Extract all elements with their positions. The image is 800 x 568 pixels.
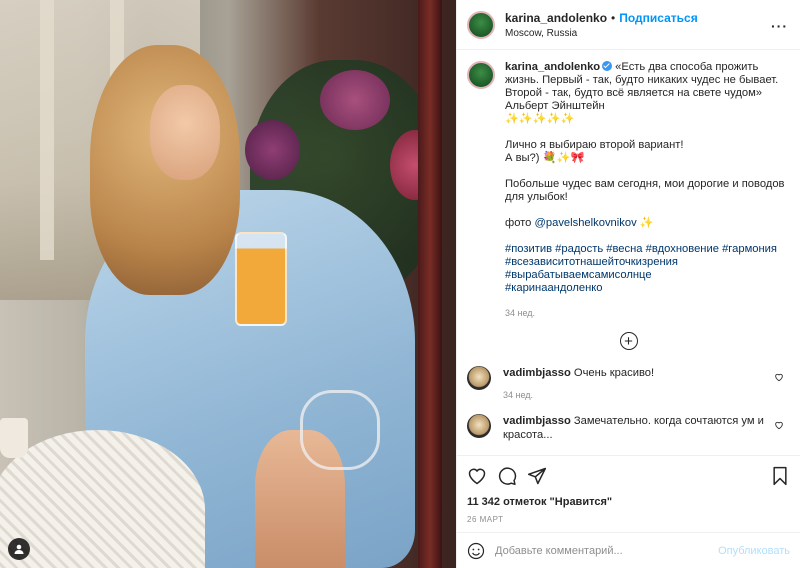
hashtag-line[interactable]: #всезависитотнашейточкизрения	[505, 256, 785, 269]
comment-text: Очень красиво!	[573, 367, 655, 379]
share-paper-plane-icon[interactable]	[527, 466, 547, 486]
load-more-comments[interactable]: +	[467, 332, 790, 350]
heart-icon[interactable]	[774, 372, 784, 382]
add-comment-bar: Опубликовать	[457, 532, 800, 568]
post-actions: 11 342 отметок "Нравится" 26 МАРТ	[457, 455, 800, 531]
post-panel: karina_andolenko • Подписаться Moscow, R…	[456, 0, 800, 568]
comment-input[interactable]	[495, 544, 719, 557]
publish-button[interactable]: Опубликовать	[718, 545, 790, 557]
avatar[interactable]	[467, 10, 495, 39]
photo-glass	[235, 232, 287, 326]
comment-item: vadimbjasso Очень красиво! 34 нед.	[467, 366, 790, 402]
more-options-icon[interactable]: ···	[771, 18, 788, 34]
comment-avatar[interactable]	[467, 366, 491, 390]
post-header: karina_andolenko • Подписаться Moscow, R…	[457, 0, 800, 50]
photo-pillar	[418, 0, 442, 568]
heart-icon[interactable]	[774, 420, 784, 430]
caption: karina_andolenko «Есть два способа прожит…	[467, 61, 790, 320]
header-separator: •	[611, 10, 616, 25]
post-photo[interactable]	[0, 0, 456, 568]
plus-circle-icon[interactable]: +	[619, 332, 638, 350]
hashtag-line[interactable]: #вырабатываемсамисолнце	[505, 269, 785, 282]
header-username[interactable]: karina_andolenko	[505, 11, 607, 25]
hashtags: #позитив #радость #весна #вдохновение #г…	[505, 243, 785, 295]
hashtag-line[interactable]: #каринаандоленко	[505, 282, 785, 295]
location-link[interactable]: Moscow, Russia	[505, 28, 698, 39]
photo-flower	[320, 70, 390, 130]
caption-username[interactable]: karina_andolenko	[505, 61, 600, 73]
photo-credit-prefix: фото	[505, 217, 535, 229]
hashtag-line[interactable]: #позитив #радость #весна #вдохновение #г…	[505, 243, 785, 256]
photo-credit: фото @pavelshelkovnikov ✨	[505, 217, 785, 230]
caption-paragraph: karina_andolenko «Есть два способа прожит…	[505, 61, 785, 126]
emoji-icon[interactable]	[467, 542, 485, 560]
comment-username[interactable]: vadimbjasso	[503, 415, 571, 427]
caption-paragraph: Побольше чудес вам сегодня, мои дорогие …	[505, 178, 785, 203]
photo-credit-link[interactable]: @pavelshelkovnikov	[535, 217, 637, 229]
photo-cup	[0, 418, 28, 458]
follow-button[interactable]: Подписаться	[619, 11, 697, 25]
photo-credit-suffix: ✨	[636, 217, 654, 229]
tagged-user-icon[interactable]	[8, 538, 30, 560]
like-heart-icon[interactable]	[467, 466, 487, 486]
comment-username[interactable]: vadimbjasso	[503, 367, 571, 379]
caption-time[interactable]: 34 нед.	[505, 307, 785, 320]
photo-column	[40, 0, 54, 260]
comment-item: vadimbjasso Замечательно. когда сочтаютс…	[467, 414, 790, 442]
comment-avatar[interactable]	[467, 414, 491, 438]
bookmark-icon[interactable]	[770, 466, 790, 486]
likes-count[interactable]: 11 342 отметок "Нравится"	[467, 496, 790, 508]
photo-chair	[300, 390, 380, 470]
caption-paragraph: Лично я выбираю второй вариант! А вы?) 💐…	[505, 139, 684, 164]
caption-avatar[interactable]	[467, 61, 495, 89]
comments-section: karina_andolenko «Есть два способа прожит…	[457, 51, 800, 451]
verified-badge-icon	[602, 61, 613, 71]
photo-flower	[245, 120, 300, 180]
comment-bubble-icon[interactable]	[497, 466, 517, 486]
photo-face	[150, 85, 220, 180]
post-date[interactable]: 26 МАРТ	[467, 515, 790, 524]
comment-time[interactable]: 34 нед.	[503, 388, 765, 402]
